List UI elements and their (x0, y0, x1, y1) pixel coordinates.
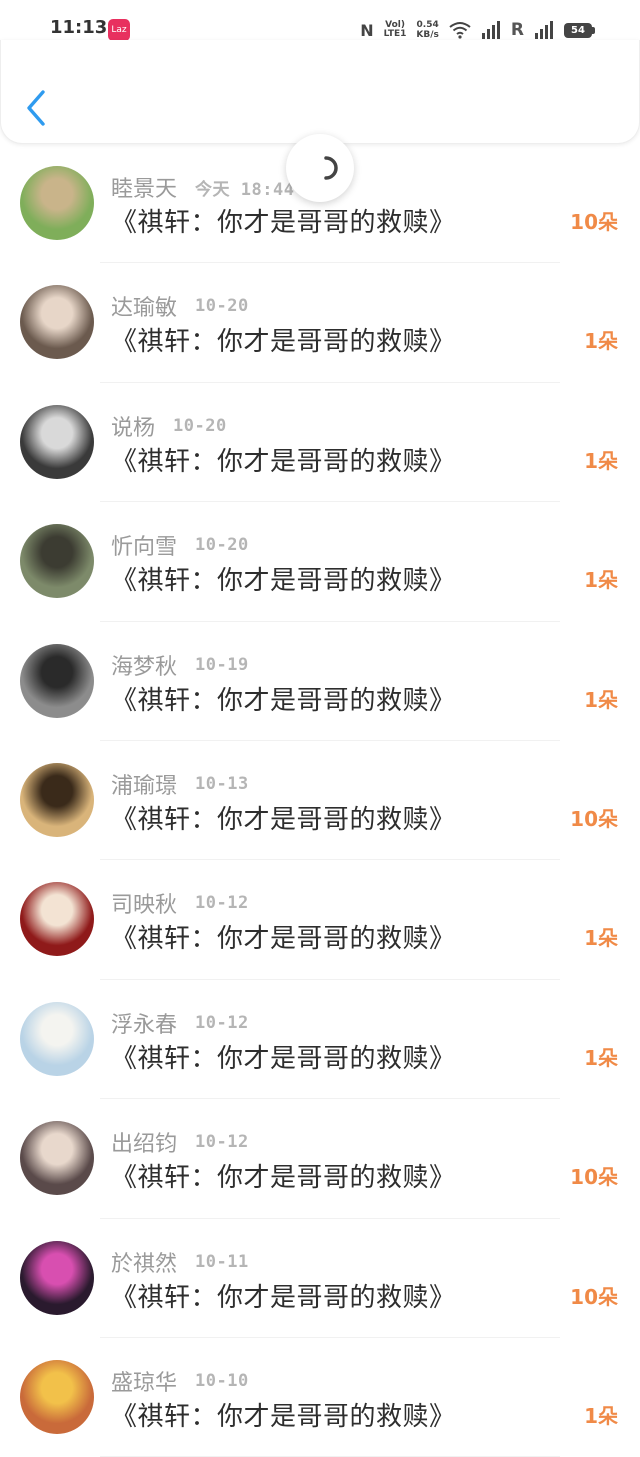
flower-count: 1朵 (584, 687, 618, 712)
user-name[interactable]: 盛琼华 (111, 1365, 177, 1397)
avatar[interactable] (20, 643, 94, 718)
list-item[interactable]: 说杨 10-20 《祺轩：你才是哥哥的救赎》 1朵 (0, 383, 640, 503)
avatar[interactable] (20, 1001, 94, 1076)
flower-count: 1朵 (584, 926, 618, 951)
battery-icon: 54 (564, 22, 595, 38)
name-line: 说杨 10-20 (111, 411, 227, 441)
lazada-app-icon: Laz (108, 19, 130, 41)
list-item[interactable]: 出绍钧 10-12 《祺轩：你才是哥哥的救赎》 10朵 (0, 1099, 640, 1219)
name-line: 於祺然 10-11 (111, 1247, 249, 1277)
flower-count: 1朵 (584, 1045, 618, 1070)
avatar[interactable] (20, 285, 94, 360)
nfc-icon: N (360, 20, 374, 40)
story-title[interactable]: 《祺轩：你才是哥哥的救赎》 (111, 680, 456, 717)
avatar[interactable] (20, 166, 94, 240)
avatar[interactable] (20, 762, 94, 837)
flower-count: 10朵 (570, 1165, 618, 1190)
page-header (0, 40, 640, 144)
flower-count: 1朵 (584, 448, 618, 473)
timestamp: 10-20 (195, 296, 249, 317)
story-title[interactable]: 《祺轩：你才是哥哥的救赎》 (111, 560, 456, 597)
story-title[interactable]: 《祺轩：你才是哥哥的救赎》 (111, 441, 456, 478)
flower-count: 10朵 (570, 1284, 618, 1309)
user-name[interactable]: 达瑜敏 (111, 290, 177, 322)
avatar[interactable] (20, 1121, 94, 1196)
story-title[interactable]: 《祺轩：你才是哥哥的救赎》 (111, 799, 456, 836)
flower-count: 1朵 (584, 329, 618, 354)
list-item[interactable]: 於祺然 10-11 《祺轩：你才是哥哥的救赎》 10朵 (0, 1219, 640, 1339)
list-item[interactable]: 海梦秋 10-19 《祺轩：你才是哥哥的救赎》 1朵 (0, 622, 640, 742)
story-title[interactable]: 《祺轩：你才是哥哥的救赎》 (111, 1396, 456, 1433)
flower-count: 1朵 (584, 568, 618, 593)
timestamp: 10-13 (195, 773, 249, 794)
avatar[interactable] (20, 1359, 94, 1434)
flower-count: 10朵 (570, 806, 618, 831)
story-title[interactable]: 《祺轩：你才是哥哥的救赎》 (111, 202, 456, 239)
loading-spinner (286, 134, 354, 202)
network-speed-unit: KB/s (416, 30, 439, 40)
user-name[interactable]: 说杨 (111, 410, 155, 442)
story-title[interactable]: 《祺轩：你才是哥哥的救赎》 (111, 1038, 456, 1075)
name-line: 浦瑜璟 10-13 (111, 769, 249, 799)
user-name[interactable]: 海梦秋 (111, 649, 177, 681)
list-item[interactable]: 浮永春 10-12 《祺轩：你才是哥哥的救赎》 1朵 (0, 980, 640, 1100)
list-item[interactable]: 盛琼华 10-10 《祺轩：你才是哥哥的救赎》 1朵 (0, 1338, 640, 1457)
timestamp: 10-20 (195, 535, 249, 556)
timestamp: 10-11 (195, 1251, 249, 1272)
user-name[interactable]: 於祺然 (111, 1246, 177, 1278)
timestamp: 今天 18:44 (195, 179, 295, 200)
volte-icon: Vol) LTE1 (384, 21, 407, 39)
avatar[interactable] (20, 524, 94, 599)
signal-icon-2 (535, 21, 553, 39)
story-title[interactable]: 《祺轩：你才是哥哥的救赎》 (111, 1277, 456, 1314)
roaming-indicator: R (510, 20, 524, 40)
user-name[interactable]: 睦景天 (111, 171, 177, 203)
gift-list: 睦景天 今天 18:44 《祺轩：你才是哥哥的救赎》 10朵 达瑜敏 10-20 《祺轩：你… (0, 144, 640, 1457)
name-line: 浮永春 10-12 (111, 1008, 249, 1038)
network-speed: 0.54 KB/s (416, 20, 438, 40)
list-item[interactable]: 浦瑜璟 10-13 《祺轩：你才是哥哥的救赎》 10朵 (0, 741, 640, 861)
user-name[interactable]: 浮永春 (111, 1007, 177, 1039)
timestamp: 10-12 (195, 1132, 249, 1153)
chevron-left-icon (27, 90, 45, 126)
user-name[interactable]: 忻向雪 (111, 529, 177, 561)
story-title[interactable]: 《祺轩：你才是哥哥的救赎》 (111, 1157, 456, 1194)
avatar[interactable] (20, 882, 94, 957)
timestamp: 10-12 (195, 893, 249, 914)
signal-icon (481, 21, 500, 39)
status-time: 11:13 (50, 17, 108, 38)
name-line: 司映秋 10-12 (111, 888, 249, 918)
name-line: 达瑜敏 10-20 (111, 291, 249, 321)
timestamp: 10-12 (195, 1012, 249, 1033)
story-title[interactable]: 《祺轩：你才是哥哥的救赎》 (111, 321, 456, 358)
name-line: 出绍钧 10-12 (111, 1127, 249, 1157)
network-speed-value: 0.54 (416, 20, 439, 30)
timestamp: 10-20 (173, 415, 227, 436)
avatar[interactable] (20, 404, 94, 479)
back-button[interactable] (19, 86, 53, 130)
name-line: 睦景天 今天 18:44 (111, 172, 294, 202)
timestamp: 10-10 (195, 1370, 249, 1391)
flower-count: 10朵 (570, 210, 618, 234)
name-line: 海梦秋 10-19 (111, 650, 249, 680)
name-line: 忻向雪 10-20 (111, 530, 249, 560)
avatar[interactable] (20, 1240, 94, 1315)
user-name[interactable]: 司映秋 (111, 887, 177, 919)
user-name[interactable]: 浦瑜璟 (111, 768, 177, 800)
flower-count: 1朵 (584, 1403, 618, 1428)
list-item[interactable]: 达瑜敏 10-20 《祺轩：你才是哥哥的救赎》 1朵 (0, 263, 640, 384)
list-item[interactable]: 忻向雪 10-20 《祺轩：你才是哥哥的救赎》 1朵 (0, 502, 640, 622)
list-item[interactable]: 司映秋 10-12 《祺轩：你才是哥哥的救赎》 1朵 (0, 860, 640, 981)
name-line: 盛琼华 10-10 (111, 1366, 249, 1396)
spinner-icon (324, 156, 338, 180)
story-title[interactable]: 《祺轩：你才是哥哥的救赎》 (111, 918, 456, 955)
timestamp: 10-19 (195, 654, 249, 675)
volte-bottom-text: LTE1 (383, 29, 407, 39)
user-name[interactable]: 出绍钧 (111, 1126, 177, 1158)
wifi-icon (449, 22, 471, 39)
